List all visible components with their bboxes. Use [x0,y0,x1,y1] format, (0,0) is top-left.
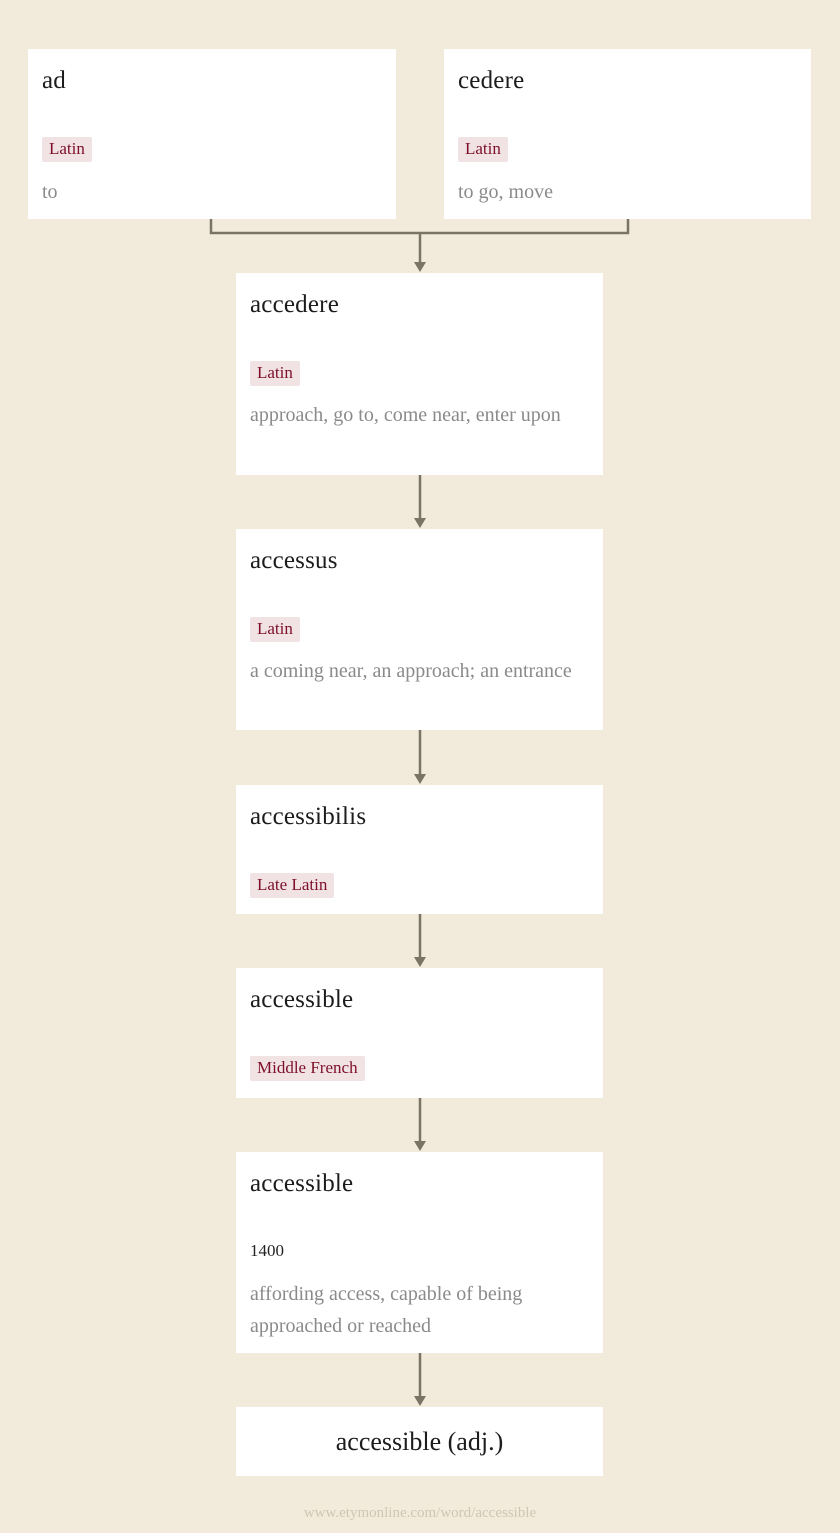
node-gloss: to [42,181,58,203]
node-word: ad [42,67,66,94]
etymology-node-accessibilis[interactable]: accessibilis Late Latin [236,785,603,914]
arrowhead-icon [414,1396,426,1406]
arrowhead-icon [414,1141,426,1151]
node-word: accedere [250,291,340,318]
arrowhead-icon [414,518,426,528]
node-gloss: to go, move [458,181,553,203]
node-word: cedere [458,67,525,94]
etymology-node-accedere[interactable]: accedere Latin approach, go to, come nea… [236,273,603,475]
node-word: accessible [250,1170,354,1197]
language-badge: Latin [250,361,300,386]
node-gloss: a coming near, an approach; an entrance [250,660,572,682]
node-gloss: affording access, capable of being appro… [250,1283,523,1337]
merge-connector [209,219,630,235]
language-badge: Latin [458,137,508,162]
arrowhead-icon [414,774,426,784]
node-word: accessibilis [250,803,367,830]
etymology-node-cedere[interactable]: cedere Latin to go, move [444,49,811,219]
language-badge: Latin [42,137,92,162]
arrowhead-icon [414,262,426,272]
etymology-node-accessus[interactable]: accessus Latin a coming near, an approac… [236,529,603,730]
result-word: accessible (adj.) [335,1426,504,1456]
arrowhead-icon [414,957,426,967]
language-badge: Latin [250,617,300,642]
etymology-node-ad[interactable]: ad Latin to [28,49,396,219]
etymology-node-accessible-middle-french[interactable]: accessible Middle French [236,968,603,1098]
node-word: accessible [250,986,354,1013]
etymology-result-node[interactable]: accessible (adj.) [236,1407,603,1476]
language-badge: Late Latin [250,873,335,898]
node-word: accessus [250,547,338,574]
source-url: www.etymonline.com/word/accessible [303,1505,537,1521]
node-year: 1400 [250,1241,284,1260]
language-badge: Middle French [250,1056,365,1081]
etymology-node-accessible-1400[interactable]: accessible 1400 affording access, capabl… [236,1152,603,1353]
node-gloss: approach, go to, come near, enter upon [250,404,561,426]
